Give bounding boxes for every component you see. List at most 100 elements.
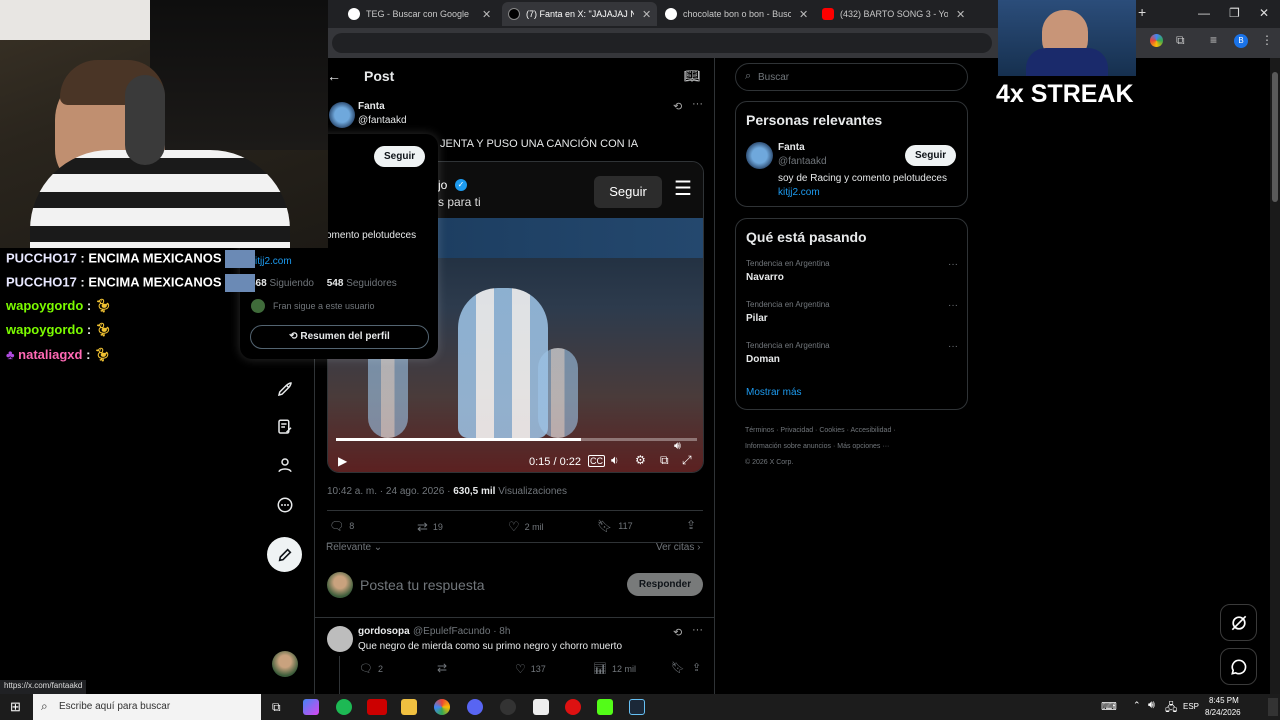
followers-count[interactable]: 548 — [327, 278, 344, 289]
play-icon[interactable]: ▶ — [338, 454, 347, 468]
like-action[interactable]: ♡ 137 — [515, 662, 546, 676]
show-more-link[interactable]: Mostrar más — [746, 387, 802, 398]
footer-link[interactable]: Más opciones ··· — [837, 443, 889, 450]
footer-link[interactable]: Términos — [745, 427, 774, 434]
more-options-icon[interactable] — [273, 493, 297, 517]
speaker-icon[interactable]: 🔉︎ — [611, 453, 619, 468]
tray-chevron-icon[interactable]: ⌃ — [1133, 700, 1141, 711]
back-arrow-icon[interactable]: ← — [327, 68, 341, 84]
views-action[interactable]: 📊︎ 12 mil — [593, 662, 636, 675]
trend-item[interactable]: Tendencia en Argentina Doman ··· — [746, 341, 958, 382]
footer-link[interactable]: Privacidad — [780, 427, 813, 434]
video-app-icon[interactable] — [367, 699, 387, 715]
trend-item[interactable]: Tendencia en Argentina Navarro ··· — [746, 259, 958, 300]
reader-icon[interactable]: 📖︎ — [684, 68, 701, 84]
discord-icon[interactable] — [467, 699, 483, 715]
clock-date[interactable]: 8/24/2026 — [1205, 708, 1241, 717]
close-icon[interactable]: ✕ — [799, 8, 808, 21]
profile-summary-button[interactable]: ⟲ Resumen del perfil — [250, 325, 429, 349]
taskbar-search[interactable]: ⌕ Escribe aquí para buscar — [33, 694, 261, 720]
browser-tab-fanta[interactable]: (7) Fanta en X: "JAJAJAJ NO SE ✕ — [502, 2, 657, 26]
volume-icon[interactable]: 🔊︎ — [674, 440, 681, 453]
reply-author-name[interactable]: gordosopa — [358, 626, 410, 637]
grok-icon[interactable]: ⟲ — [673, 626, 682, 639]
hovercard-link[interactable]: kitjj2.com — [250, 256, 292, 267]
grok-icon[interactable]: ⟲ — [673, 100, 682, 113]
video-progress-track[interactable] — [336, 438, 697, 441]
person-handle[interactable]: @fantaakd — [778, 156, 827, 167]
reply-author-avatar[interactable] — [327, 626, 353, 652]
bookmark-action[interactable]: 🔖︎ 117 — [597, 519, 633, 533]
account-avatar[interactable] — [272, 651, 298, 677]
trend-item[interactable]: Tendencia en Argentina Pilar ··· — [746, 300, 958, 341]
person-name[interactable]: Fanta — [778, 142, 805, 153]
show-desktop-button[interactable] — [1268, 698, 1278, 716]
reply-button[interactable]: Responder — [627, 573, 703, 596]
grok-rocket-icon[interactable] — [273, 377, 297, 401]
grok-button[interactable] — [1220, 604, 1257, 641]
lists-icon[interactable] — [273, 415, 297, 439]
embed-follow-button[interactable]: Seguir — [594, 176, 662, 208]
more-icon[interactable]: ··· — [948, 341, 958, 352]
captions-icon[interactable]: CC — [588, 455, 605, 467]
close-icon[interactable]: ✕ — [642, 8, 651, 21]
reply-input[interactable]: Postea tu respuesta — [360, 577, 485, 593]
address-field[interactable] — [332, 33, 992, 53]
retweet-action[interactable]: ⇄ 19 — [417, 519, 443, 535]
extension-icon[interactable] — [1150, 34, 1163, 47]
reply-action[interactable]: 🗨︎ 2 — [359, 662, 383, 675]
more-icon[interactable]: ··· — [948, 300, 958, 311]
kick-icon[interactable] — [597, 699, 613, 715]
page-scrollbar[interactable] — [1270, 58, 1280, 694]
profile-avatar[interactable]: B — [1234, 34, 1248, 48]
keyboard-icon[interactable]: ⌨ — [1101, 700, 1117, 713]
more-icon[interactable]: ··· — [692, 624, 703, 636]
hamburger-menu-icon[interactable]: ☰ — [674, 176, 692, 201]
person-follow-button[interactable]: Seguir — [905, 145, 957, 166]
footer-link[interactable]: Accesibilidad — [850, 427, 891, 434]
browser-tab-teg[interactable]: TEG - Buscar con Google ✕ — [342, 2, 500, 26]
browser-tab-chocolate[interactable]: chocolate bon o bon - Buscar c ✕ — [659, 2, 814, 26]
retweet-icon[interactable]: ⇄ — [437, 661, 447, 675]
opera-icon[interactable] — [565, 699, 581, 715]
copilot-icon[interactable] — [303, 699, 319, 715]
volume-icon[interactable]: 🔊︎ — [1148, 699, 1155, 712]
language-indicator[interactable]: ESP — [1183, 702, 1199, 711]
close-window-icon[interactable]: ✕ — [1259, 6, 1269, 20]
sort-dropdown[interactable]: Relevante ⌄ — [326, 542, 382, 553]
browser-tab-youtube[interactable]: (432) BARTO SONG 3 - YouTub ✕ — [816, 2, 976, 26]
new-tab-icon[interactable]: + — [1138, 4, 1146, 20]
app-icon[interactable] — [533, 699, 549, 715]
clock-time[interactable]: 8:45 PM — [1209, 696, 1239, 705]
settings-gear-icon[interactable]: ⚙ — [635, 453, 646, 467]
footer-link[interactable]: Cookies — [819, 427, 844, 434]
reading-list-icon[interactable]: ≡ — [1210, 33, 1217, 47]
menu-dots-icon[interactable]: ⋮ — [1261, 33, 1273, 47]
windows-start-icon[interactable]: ⊞ — [10, 699, 21, 715]
steam-icon[interactable] — [629, 699, 645, 715]
following-label[interactable]: Siguiendo — [269, 278, 313, 289]
share-icon[interactable]: ⇪ — [692, 661, 701, 674]
more-icon[interactable]: ··· — [948, 259, 958, 270]
profile-icon[interactable] — [273, 453, 297, 477]
hovercard-follow-button[interactable]: Seguir — [374, 146, 426, 167]
like-action[interactable]: ♡ 2 mil — [508, 519, 544, 535]
author-avatar[interactable] — [329, 102, 355, 128]
reply-action[interactable]: 🗨︎ 8 — [329, 519, 354, 533]
author-name[interactable]: Fanta — [358, 101, 385, 112]
file-explorer-icon[interactable] — [401, 699, 417, 715]
footer-link[interactable]: Información sobre anuncios — [745, 443, 831, 450]
share-icon[interactable]: ⇪ — [686, 518, 696, 532]
scrollbar-thumb[interactable] — [1272, 72, 1278, 202]
task-view-icon[interactable]: ⧉ — [272, 700, 281, 715]
pip-icon[interactable]: ⧉ — [660, 453, 669, 468]
maximize-icon[interactable]: ❐ — [1229, 6, 1240, 20]
close-icon[interactable]: ✕ — [956, 8, 965, 21]
minimize-icon[interactable]: — — [1198, 6, 1210, 20]
quotes-link[interactable]: Ver citas › — [656, 542, 700, 553]
spotify-icon[interactable] — [336, 699, 352, 715]
post-timestamp[interactable]: 10:42 a. m. · 24 ago. 2026 · — [327, 486, 450, 497]
search-input[interactable]: ⌕ Buscar — [735, 63, 968, 91]
network-icon[interactable]: 🖧︎ — [1165, 699, 1177, 718]
fullscreen-icon[interactable]: ⤢ — [682, 453, 692, 468]
